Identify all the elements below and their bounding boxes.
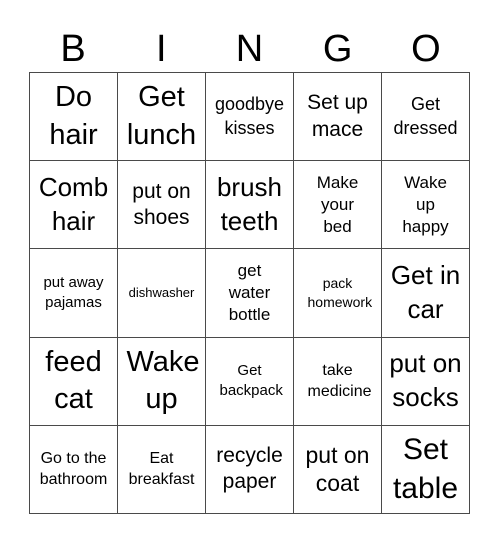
bingo-header: B I N G O bbox=[29, 26, 470, 72]
header-letter-b: B bbox=[60, 28, 86, 70]
bingo-cell[interactable]: Wake up bbox=[118, 337, 206, 426]
bingo-cell[interactable]: feed cat bbox=[30, 337, 118, 426]
cell-text: take medicine bbox=[307, 361, 372, 401]
bingo-cell[interactable]: Get dressed bbox=[382, 73, 470, 162]
cell-text: get water bottle bbox=[228, 260, 271, 325]
bingo-grid: Do hair Get lunch goodbye kisses Set up … bbox=[29, 72, 470, 514]
cell-text: Make your bed bbox=[316, 172, 359, 236]
bingo-cell[interactable]: take medicine bbox=[294, 337, 382, 426]
cell-text: dishwasher bbox=[128, 284, 195, 300]
bingo-cell[interactable]: Do hair bbox=[30, 73, 118, 162]
bingo-cell[interactable]: Get in car bbox=[382, 249, 470, 338]
cell-text: Set table bbox=[392, 433, 459, 506]
cell-text: pack homework bbox=[307, 275, 373, 310]
cell-text: brush teeth bbox=[216, 171, 283, 236]
bingo-cell[interactable]: Comb hair bbox=[30, 161, 118, 250]
bingo-cell[interactable]: Set table bbox=[382, 425, 470, 514]
cell-text: Eat breakfast bbox=[128, 449, 195, 489]
cell-text: Wake up happy bbox=[402, 172, 449, 236]
bingo-cell[interactable]: dishwasher bbox=[118, 249, 206, 338]
cell-text: Wake up bbox=[126, 345, 200, 416]
bingo-cell[interactable]: goodbye kisses bbox=[206, 73, 294, 162]
cell-text: Get in car bbox=[390, 260, 461, 324]
bingo-cell[interactable]: get water bottle bbox=[206, 249, 294, 338]
bingo-cell[interactable]: Get lunch bbox=[118, 73, 206, 162]
bingo-cell[interactable]: put on socks bbox=[382, 337, 470, 426]
bingo-cell[interactable]: put away pajamas bbox=[30, 249, 118, 338]
cell-text: put away pajamas bbox=[43, 273, 104, 311]
cell-text: recycle paper bbox=[216, 444, 283, 494]
bingo-cell[interactable]: brush teeth bbox=[206, 161, 294, 250]
bingo-cell[interactable]: Set up mace bbox=[294, 73, 382, 162]
header-letter-g: G bbox=[322, 28, 353, 70]
bingo-cell[interactable]: put on shoes bbox=[118, 161, 206, 250]
cell-text: put on shoes bbox=[132, 179, 191, 229]
cell-text: Get lunch bbox=[126, 80, 197, 151]
header-letter-o: O bbox=[411, 28, 441, 70]
bingo-cell[interactable]: Eat breakfast bbox=[118, 425, 206, 514]
cell-text: feed cat bbox=[45, 345, 102, 416]
bingo-cell[interactable]: recycle paper bbox=[206, 425, 294, 514]
cell-text: Get backpack bbox=[219, 361, 283, 400]
bingo-cell[interactable]: Get backpack bbox=[206, 337, 294, 426]
cell-text: goodbye kisses bbox=[214, 94, 285, 138]
cell-text: put on coat bbox=[305, 441, 370, 497]
bingo-cell[interactable]: Wake up happy bbox=[382, 161, 470, 250]
bingo-cell[interactable]: Make your bed bbox=[294, 161, 382, 250]
cell-text: put on socks bbox=[389, 348, 462, 413]
bingo-cell[interactable]: Go to the bathroom bbox=[30, 425, 118, 514]
bingo-cell[interactable]: put on coat bbox=[294, 425, 382, 514]
header-letter-i: I bbox=[156, 28, 167, 70]
header-letter-n: N bbox=[235, 28, 264, 70]
bingo-cell[interactable]: pack homework bbox=[294, 249, 382, 338]
cell-text: Do hair bbox=[49, 80, 98, 151]
cell-text: Comb hair bbox=[38, 171, 109, 236]
cell-text: Set up mace bbox=[307, 91, 368, 141]
cell-text: Go to the bathroom bbox=[39, 449, 108, 489]
cell-text: Get dressed bbox=[393, 94, 458, 138]
